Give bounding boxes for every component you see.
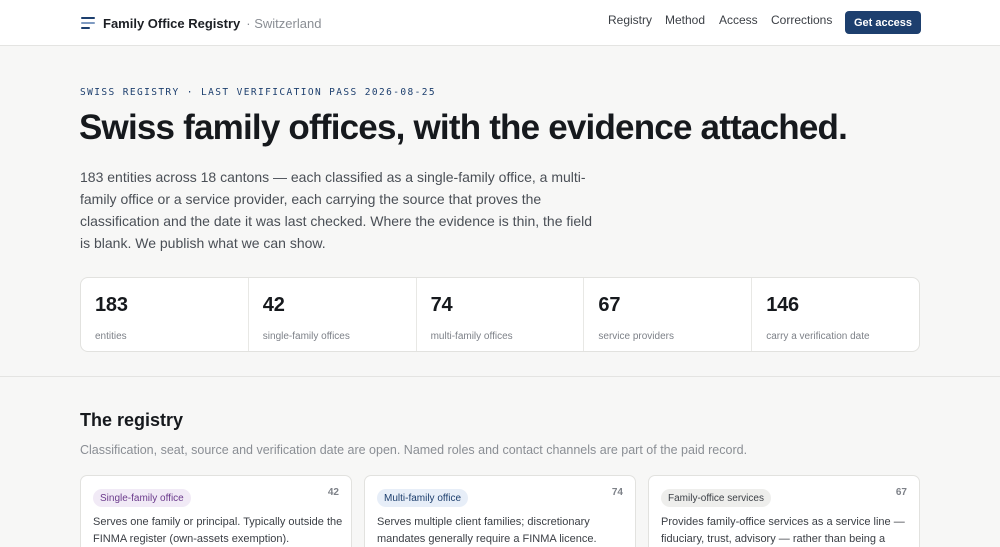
stats-panel: 183 entities 42 single-family offices 74… [80,277,920,352]
stat-service-providers: 67 service providers [584,278,753,351]
stat-verified: 146 carry a verification date [752,278,919,351]
category-description: Serves multiple client families; discret… [377,516,597,545]
get-access-button[interactable]: Get access [845,11,921,34]
brand[interactable]: Family Office Registry · Switzerland [81,15,321,31]
section-divider [0,376,1000,377]
brand-name: Family Office Registry [103,15,241,31]
registry-section-subtitle: Classification, seat, source and verific… [80,443,748,457]
stat-value: 67 [598,294,621,316]
nav-link-access[interactable]: Access [719,13,758,27]
stat-value: 146 [766,294,799,316]
hero-lede: 183 entities across 18 cantons — each cl… [80,169,593,251]
stat-single-family-offices: 42 single-family offices [249,278,417,351]
brand-region: · Switzerland [246,15,322,31]
stat-label: single-family offices [262,331,350,342]
category-count: 67 [895,487,907,498]
hero-title: Swiss family offices, with the evidence … [79,108,848,147]
nav-link-registry[interactable]: Registry [608,13,652,27]
stat-value: 74 [430,294,453,316]
category-count: 74 [611,487,623,498]
stat-label: entities [95,331,127,342]
registry-logo-icon [81,17,95,29]
category-description: Provides family-office services as a ser… [661,516,905,545]
stat-label: carry a verification date [766,331,870,342]
stat-label: multi-family offices [430,331,513,342]
stat-entities: 183 entities [81,278,249,351]
category-card-single-family[interactable]: Single-family office 42 Serves one famil… [80,475,352,547]
stat-value: 183 [95,294,128,316]
category-description: Serves one family or principal. Typicall… [93,516,343,545]
hero-eyebrow: SWISS REGISTRY · LAST VERIFICATION PASS … [80,87,436,98]
stat-label: service providers [598,331,674,342]
category-tag: Multi-family office [377,489,469,507]
registry-section-title: The registry [80,410,184,430]
category-card-multi-family[interactable]: Multi-family office 74 Serves multiple c… [364,475,636,547]
nav-link-method[interactable]: Method [665,13,705,27]
category-tag: Single-family office [93,489,191,507]
nav-link-corrections[interactable]: Corrections [771,13,832,27]
stat-multi-family-offices: 74 multi-family offices [417,278,585,351]
category-count: 42 [327,487,339,498]
top-navigation-bar: Family Office Registry · Switzerland Reg… [0,0,1000,46]
stat-value: 42 [262,294,285,316]
category-tag: Family-office services [661,489,771,507]
category-card-services[interactable]: Family-office services 67 Provides famil… [648,475,920,547]
